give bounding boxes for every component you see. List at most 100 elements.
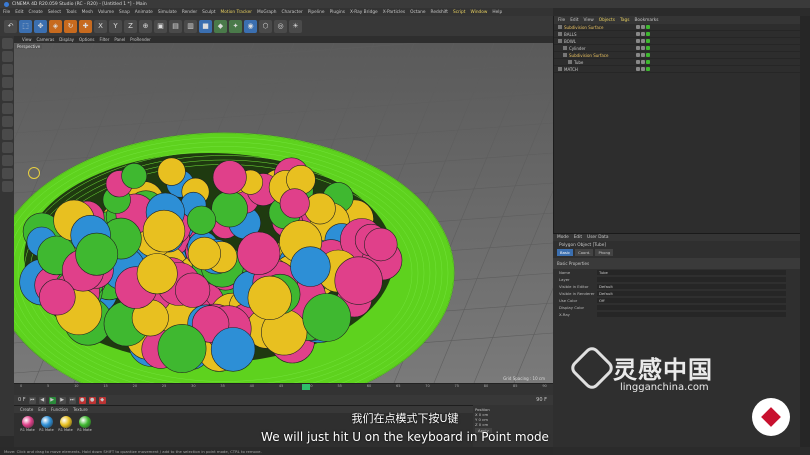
object-tag-icon[interactable] xyxy=(636,25,640,29)
object-tag-icon[interactable] xyxy=(641,46,645,50)
axis-mode-icon[interactable] xyxy=(1,129,13,140)
object-menu-tags[interactable]: Tags xyxy=(620,18,630,23)
object-menu-edit[interactable]: Edit xyxy=(570,18,578,23)
viewport-menu-options[interactable]: Options xyxy=(79,37,94,42)
render-picture-viewer-icon[interactable]: ▤ xyxy=(169,19,182,33)
viewport-menu-cameras[interactable]: Cameras xyxy=(37,37,55,42)
previous-key-icon[interactable]: ◀ xyxy=(38,396,46,404)
menu-plugins[interactable]: Plugins xyxy=(330,10,345,15)
attribute-value[interactable] xyxy=(597,305,786,310)
autokey-icon[interactable]: ● xyxy=(88,396,96,404)
object-row[interactable]: Subdivision Surface xyxy=(554,52,800,59)
render-view-icon[interactable]: ▣ xyxy=(154,19,167,33)
scene-icon[interactable]: ⬡ xyxy=(259,19,272,33)
next-key-icon[interactable]: ▶ xyxy=(58,396,66,404)
menu-pipeline[interactable]: Pipeline xyxy=(308,10,325,15)
menu-script[interactable]: Script xyxy=(453,10,465,15)
sculpt-icon[interactable] xyxy=(1,168,13,179)
menu-window[interactable]: Window xyxy=(470,10,487,15)
object-tag-icon[interactable] xyxy=(646,39,650,43)
go-to-end-icon[interactable]: ⏭ xyxy=(68,396,76,404)
attribute-value[interactable]: Default xyxy=(597,284,786,289)
subdivision-icon[interactable]: ◆ xyxy=(214,19,227,33)
object-row[interactable]: Cylinder xyxy=(554,45,800,52)
cube-primitive-icon[interactable]: ■ xyxy=(199,19,212,33)
viewport-menu-view[interactable]: View xyxy=(22,37,32,42)
viewport-menu-panel[interactable]: Panel xyxy=(114,37,125,42)
go-to-start-icon[interactable]: ⏮ xyxy=(28,396,36,404)
menu-create[interactable]: Create xyxy=(29,10,43,15)
attribute-menu-mode[interactable]: Mode xyxy=(557,235,569,240)
object-tag-icon[interactable] xyxy=(636,60,640,64)
workplane-icon[interactable] xyxy=(1,77,13,88)
menu-sculpt[interactable]: Sculpt xyxy=(202,10,215,15)
menu-x-particles[interactable]: X-Particles xyxy=(383,10,405,15)
object-tag-icon[interactable] xyxy=(646,60,650,64)
attribute-value[interactable]: Tube xyxy=(597,270,786,275)
menu-volume[interactable]: Volume xyxy=(98,10,114,15)
menu-help[interactable]: Help xyxy=(492,10,502,15)
move-tool-icon[interactable]: ✥ xyxy=(34,19,47,33)
texture-mode-icon[interactable] xyxy=(1,64,13,75)
object-tag-icon[interactable] xyxy=(646,53,650,57)
object-tag-icon[interactable] xyxy=(646,46,650,50)
cloner-icon[interactable]: ✦ xyxy=(229,19,242,33)
menu-simulate[interactable]: Simulate xyxy=(158,10,177,15)
menu-octane[interactable]: Octane xyxy=(410,10,425,15)
object-menu-view[interactable]: View xyxy=(584,18,594,23)
current-frame[interactable]: 0 F xyxy=(18,397,26,403)
y-axis-icon[interactable]: Y xyxy=(109,19,122,33)
object-row[interactable]: Tube xyxy=(554,59,800,66)
attribute-value[interactable] xyxy=(597,312,786,317)
attribute-tab-phong[interactable]: Phong xyxy=(595,249,614,256)
attribute-value[interactable] xyxy=(597,277,786,282)
camera-icon[interactable]: ◎ xyxy=(274,19,287,33)
object-row[interactable]: BALLS xyxy=(554,31,800,38)
object-tag-icon[interactable] xyxy=(636,46,640,50)
play-icon[interactable]: ▶ xyxy=(48,396,56,404)
menu-file[interactable]: File xyxy=(3,10,10,15)
attribute-menu-user-data[interactable]: User Data xyxy=(587,235,608,240)
model-mode-icon[interactable] xyxy=(1,51,13,62)
coordinate-system-icon[interactable]: ⊕ xyxy=(139,19,152,33)
timeline[interactable]: 0 5 10 15 20 25 30 35 40 45 50 55 60 65 70 75 80 85 90 xyxy=(14,383,553,395)
viewport-menu-display[interactable]: Display xyxy=(59,37,74,42)
object-tag-icon[interactable] xyxy=(636,53,640,57)
attribute-menu-edit[interactable]: Edit xyxy=(574,235,582,240)
menu-animate[interactable]: Animate xyxy=(135,10,153,15)
perspective-viewport[interactable]: Perspective Grid Spacing : 10 cm xyxy=(14,43,553,383)
object-tag-icon[interactable] xyxy=(641,60,645,64)
object-tag-icon[interactable] xyxy=(641,39,645,43)
menu-character[interactable]: Character xyxy=(282,10,303,15)
viewport-menu-filter[interactable]: Filter xyxy=(99,37,109,42)
menu-mograph[interactable]: MoGraph xyxy=(257,10,277,15)
attribute-tab-coord[interactable]: Coord. xyxy=(575,249,594,256)
keyframe-selection-icon[interactable]: ◆ xyxy=(98,396,106,404)
recent-tools-icon[interactable]: ✚ xyxy=(79,19,92,33)
viewport-menu-prorender[interactable]: ProRender xyxy=(130,37,151,42)
menu-edit[interactable]: Edit xyxy=(15,10,23,15)
enable-snap-icon[interactable] xyxy=(1,142,13,153)
light-icon[interactable]: ☀ xyxy=(289,19,302,33)
make-editable-icon[interactable] xyxy=(1,38,13,49)
points-mode-icon[interactable] xyxy=(1,90,13,101)
object-menu-file[interactable]: File xyxy=(558,18,565,23)
live-selection-icon[interactable]: ⬚ xyxy=(19,19,32,33)
object-tag-icon[interactable] xyxy=(646,67,650,71)
attribute-tab-basic[interactable]: Basic xyxy=(557,249,574,256)
object-tag-icon[interactable] xyxy=(636,67,640,71)
attribute-value[interactable]: Default xyxy=(597,291,786,296)
menu-mesh[interactable]: Mesh xyxy=(82,10,93,15)
menu-select[interactable]: Select xyxy=(48,10,61,15)
object-tag-icon[interactable] xyxy=(641,25,645,29)
object-tag-icon[interactable] xyxy=(641,67,645,71)
end-frame[interactable]: 90 F xyxy=(536,397,547,403)
menu-x-ray-bridge[interactable]: X-Ray Bridge xyxy=(350,10,378,15)
workplane-lock-icon[interactable] xyxy=(1,155,13,166)
undo-icon[interactable]: ↶ xyxy=(4,19,17,33)
object-tag-icon[interactable] xyxy=(636,39,640,43)
menu-tools[interactable]: Tools xyxy=(66,10,77,15)
soft-selection-icon[interactable] xyxy=(1,181,13,192)
object-menu-bookmarks[interactable]: Bookmarks xyxy=(634,18,658,23)
z-axis-icon[interactable]: Z xyxy=(124,19,137,33)
